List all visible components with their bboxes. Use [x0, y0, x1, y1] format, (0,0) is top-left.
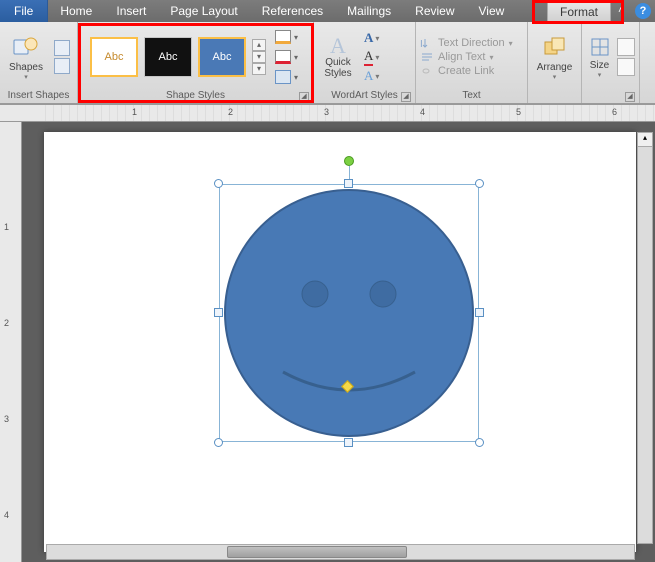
- arrange-icon: [542, 34, 568, 60]
- link-icon: [420, 65, 434, 77]
- file-tab[interactable]: File: [0, 0, 48, 22]
- text-effects-button[interactable]: A▾: [364, 68, 379, 84]
- text-direction-icon: I: [420, 37, 434, 49]
- tab-strip: File Home Insert Page Layout References …: [0, 0, 655, 22]
- svg-text:I: I: [420, 39, 423, 49]
- create-link-button[interactable]: Create Link: [420, 65, 513, 77]
- resize-handle-e[interactable]: [475, 308, 484, 317]
- tab-format[interactable]: Format: [547, 0, 611, 22]
- shapes-icon: [13, 34, 39, 60]
- resize-handle-se[interactable]: [475, 438, 484, 447]
- ribbon: Shapes ▾ Insert Shapes Abc Abc Abc ▴ ▾ ▾: [0, 22, 655, 104]
- shape-styles-launcher[interactable]: ◢: [299, 92, 309, 102]
- shape-selection[interactable]: [219, 184, 479, 442]
- group-label-text: Text: [420, 90, 523, 103]
- text-outline-button[interactable]: A▾: [364, 48, 379, 66]
- group-insert-shapes: Shapes ▾ Insert Shapes: [0, 22, 78, 103]
- shape-fill-stack: ▾ ▾ ▾: [274, 28, 308, 86]
- tab-insert[interactable]: Insert: [104, 0, 158, 22]
- group-label-shape-styles: Shape Styles◢: [82, 90, 309, 103]
- resize-handle-s[interactable]: [344, 438, 353, 447]
- vertical-ruler[interactable]: 1 2 3 4: [0, 122, 22, 562]
- arrange-button[interactable]: Arrange ▾: [533, 32, 577, 83]
- shape-style-swatch-3[interactable]: Abc: [198, 37, 246, 77]
- align-text-button[interactable]: Align Text▾: [420, 51, 513, 63]
- group-text: I Text Direction▾ Align Text▾ Create Lin…: [416, 22, 528, 103]
- group-wordart-styles: A Quick Styles A▾ A▾ A▾ WordArt Styles◢: [314, 22, 416, 103]
- document-page[interactable]: [44, 132, 636, 552]
- group-shape-styles: Abc Abc Abc ▴ ▾ ▾ ▾ ▾ ▾ Shape Styles◢: [78, 22, 314, 103]
- vertical-scrollbar[interactable]: ▴: [637, 132, 653, 544]
- wordart-launcher[interactable]: ◢: [401, 92, 411, 102]
- tab-references[interactable]: References: [250, 0, 335, 22]
- shapes-mini-stack: [54, 40, 70, 74]
- shape-outline-button[interactable]: ▾: [274, 48, 308, 66]
- quick-styles-icon: A: [330, 35, 346, 57]
- text-direction-button[interactable]: I Text Direction▾: [420, 37, 513, 49]
- resize-handle-n[interactable]: [344, 179, 353, 188]
- help-icon[interactable]: ?: [635, 3, 651, 19]
- group-size: Size ▾ ◢: [582, 22, 640, 103]
- tab-view[interactable]: View: [467, 0, 517, 22]
- shape-fill-button[interactable]: ▾: [274, 28, 308, 46]
- edit-shape-button[interactable]: [54, 40, 70, 56]
- gallery-down-button[interactable]: ▾: [252, 51, 266, 63]
- shape-style-swatch-1[interactable]: Abc: [90, 37, 138, 77]
- scroll-thumb[interactable]: [227, 546, 407, 558]
- horizontal-ruler[interactable]: 1 2 3 4 5 6: [0, 104, 655, 122]
- rotate-button[interactable]: [617, 38, 635, 56]
- size-launcher[interactable]: ◢: [625, 92, 635, 102]
- resize-handle-w[interactable]: [214, 308, 223, 317]
- shapes-button[interactable]: Shapes ▾: [4, 32, 48, 83]
- resize-handle-sw[interactable]: [214, 438, 223, 447]
- shape-style-swatch-2[interactable]: Abc: [144, 37, 192, 77]
- horizontal-scrollbar[interactable]: [46, 544, 635, 560]
- group-label-insert-shapes: Insert Shapes: [4, 90, 73, 103]
- resize-handle-nw[interactable]: [214, 179, 223, 188]
- group-label-size: ◢: [586, 90, 635, 103]
- tab-page-layout[interactable]: Page Layout: [158, 0, 249, 22]
- shape-effects-button[interactable]: ▾: [274, 68, 308, 86]
- gallery-scroll: ▴ ▾ ▾: [252, 39, 266, 75]
- gallery-more-button[interactable]: ▾: [252, 63, 266, 75]
- resize-handle-ne[interactable]: [475, 179, 484, 188]
- shapes-label: Shapes: [9, 62, 43, 73]
- align-text-icon: [420, 51, 434, 63]
- shape-style-gallery[interactable]: Abc Abc Abc ▴ ▾ ▾: [90, 37, 266, 77]
- group-arrange: Arrange ▾: [528, 22, 582, 103]
- text-fill-button[interactable]: A▾: [364, 30, 379, 46]
- smiley-shape[interactable]: [223, 188, 475, 438]
- size-icon: [589, 36, 611, 58]
- rotation-handle[interactable]: [344, 156, 354, 166]
- scroll-up-button[interactable]: ▴: [638, 133, 652, 147]
- quick-styles-button[interactable]: A Quick Styles: [318, 35, 358, 79]
- tab-review[interactable]: Review: [403, 0, 466, 22]
- gallery-up-button[interactable]: ▴: [252, 39, 266, 51]
- minimize-ribbon-icon[interactable]: ˄: [613, 3, 629, 19]
- text-box-button[interactable]: [54, 58, 70, 74]
- size-button[interactable]: Size ▾: [586, 34, 613, 81]
- document-area: 1 2 3 4: [0, 122, 655, 562]
- group-label-wordart: WordArt Styles◢: [318, 90, 411, 103]
- tab-home[interactable]: Home: [48, 0, 104, 22]
- crop-button[interactable]: [617, 58, 635, 76]
- tab-mailings[interactable]: Mailings: [335, 0, 403, 22]
